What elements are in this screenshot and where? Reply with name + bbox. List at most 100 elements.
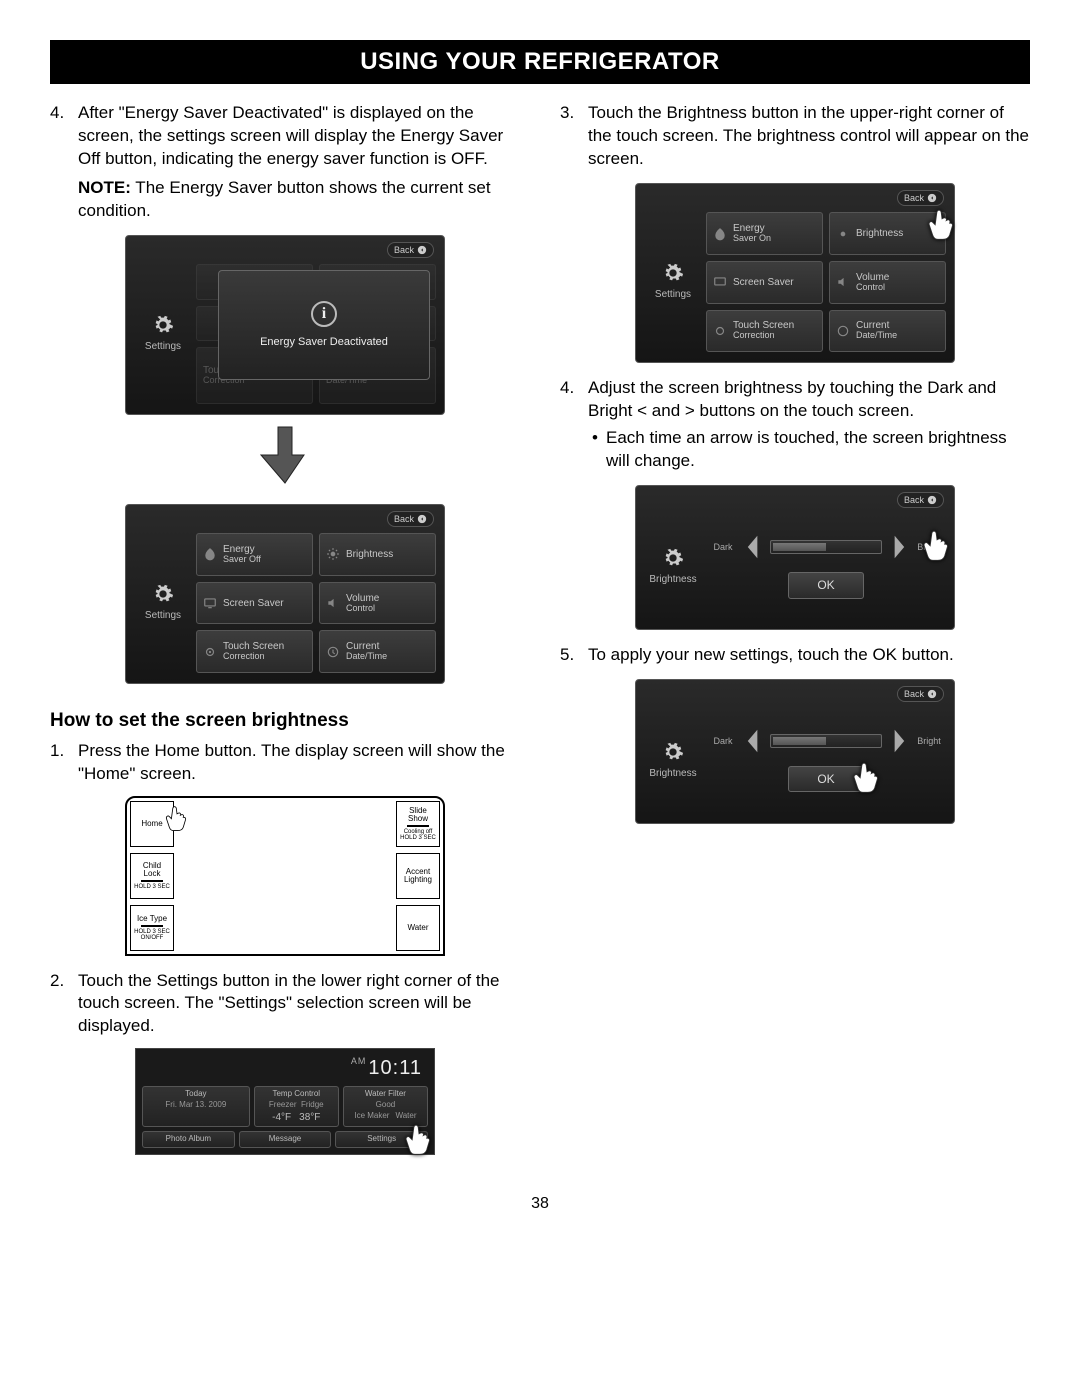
clock-icon [326, 645, 340, 659]
left-step-2: 2. Touch the Settings button in the lowe… [50, 970, 520, 1039]
sun-icon [836, 227, 850, 241]
touch-icon [203, 645, 217, 659]
photo-album-button[interactable]: Photo Album [142, 1131, 235, 1148]
brightness-slider[interactable] [770, 540, 882, 554]
clock-icon [836, 324, 850, 338]
settings-energy-saver-button[interactable]: EnergySaver On [706, 212, 823, 255]
child-lock-button[interactable]: ChildLockHOLD 3 SEC [130, 853, 174, 899]
back-arrow-icon [927, 689, 937, 699]
sidebar-brightness: Brightness [642, 510, 704, 623]
settings-volume-button[interactable]: VolumeControl [319, 582, 436, 625]
gear-icon [152, 314, 174, 336]
increase-brightness-button[interactable] [890, 534, 908, 560]
decrease-brightness-button[interactable] [744, 534, 762, 560]
today-panel[interactable]: TodayFri. Mar 13. 2009 [142, 1086, 250, 1127]
ok-button[interactable]: OK [788, 572, 863, 598]
sun-icon [326, 547, 340, 561]
leaf-icon [203, 547, 217, 561]
step-text: Press the Home button. The display scree… [78, 740, 520, 786]
step-number: 2. [50, 970, 78, 1039]
water-button[interactable]: Water [396, 905, 440, 951]
settings-brightness-button[interactable]: Brightness [829, 212, 946, 255]
settings-touch-correction-button[interactable]: Touch ScreenCorrection [706, 310, 823, 353]
step-bullet: • Each time an arrow is touched, the scr… [588, 427, 1030, 473]
sidebar-settings: Settings [132, 260, 194, 408]
back-button[interactable]: Back [387, 511, 434, 527]
step-text: To apply your new settings, touch the OK… [588, 644, 1030, 667]
section-title-bar: USING YOUR REFRIGERATOR [50, 40, 1030, 84]
dark-label: Dark [710, 541, 736, 553]
touchscreen-energy-saver-popup: Back Settings Touch ScreenCorrection Cur… [125, 235, 445, 415]
touchscreen-home-diagram: Home ChildLockHOLD 3 SEC Ice TypeHOLD 3 … [125, 796, 445, 956]
popup-overlay: i Energy Saver Deactivated [218, 270, 430, 380]
step-note: NOTE: The Energy Saver button shows the … [78, 177, 520, 223]
down-arrow-icon [50, 425, 520, 492]
note-text: The Energy Saver button shows the curren… [78, 178, 491, 220]
step-number: 3. [560, 102, 588, 171]
touchscreen-home-status: AM10:11 TodayFri. Mar 13. 2009 Temp Cont… [135, 1048, 435, 1154]
left-step-1: 1. Press the Home button. The display sc… [50, 740, 520, 786]
slideshow-button[interactable]: SlideShowCooling offHOLD 3 SEC [396, 801, 440, 847]
step-text: Adjust the screen brightness by touching… [588, 378, 996, 420]
info-icon: i [311, 301, 337, 327]
hand-pointer-icon [925, 207, 959, 241]
settings-screensaver-button[interactable]: Screen Saver [706, 261, 823, 304]
gear-icon [662, 741, 684, 763]
settings-touch-correction-button[interactable]: Touch ScreenCorrection [196, 630, 313, 673]
back-arrow-icon [417, 245, 427, 255]
step-number: 4. [50, 102, 78, 223]
settings-volume-button[interactable]: VolumeControl [829, 261, 946, 304]
back-arrow-icon [927, 193, 937, 203]
gear-icon [152, 583, 174, 605]
hand-pointer-icon [402, 1122, 436, 1156]
settings-energy-saver-button[interactable]: EnergySaver Off [196, 533, 313, 576]
step-text: After "Energy Saver Deactivated" is disp… [78, 103, 503, 168]
gear-icon [662, 262, 684, 284]
page-number: 38 [50, 1193, 1030, 1215]
clock-display: AM10:11 [142, 1055, 428, 1082]
step-text: Touch the Brightness button in the upper… [588, 102, 1030, 171]
dark-label: Dark [710, 735, 736, 747]
sidebar-brightness: Brightness [642, 704, 704, 817]
settings-brightness-button[interactable]: Brightness [319, 533, 436, 576]
speaker-icon [836, 275, 850, 289]
subheading-screen-brightness: How to set the screen brightness [50, 708, 520, 734]
right-column: 3. Touch the Brightness button in the up… [560, 102, 1030, 1162]
hand-pointer-icon [850, 760, 884, 794]
sidebar-settings: Settings [132, 529, 194, 677]
settings-datetime-button[interactable]: CurrentDate/Time [829, 310, 946, 353]
touchscreen-brightness-adjust: Back Brightness Dark Bright OK [635, 485, 955, 630]
back-button[interactable]: Back [897, 492, 944, 508]
speaker-icon [326, 596, 340, 610]
touchscreen-brightness-ok: Back Brightness Dark Bright [635, 679, 955, 824]
temp-control-panel[interactable]: Temp ControlFreezer Fridge-4°F38°F [254, 1086, 339, 1127]
monitor-icon [713, 275, 727, 289]
ice-type-button[interactable]: Ice TypeHOLD 3 SECON/OFF [130, 905, 174, 951]
left-column: 4. After "Energy Saver Deactivated" is d… [50, 102, 520, 1162]
back-button[interactable]: Back [897, 190, 944, 206]
right-step-3: 3. Touch the Brightness button in the up… [560, 102, 1030, 171]
settings-screensaver-button[interactable]: Screen Saver [196, 582, 313, 625]
brightness-slider[interactable] [770, 734, 882, 748]
back-button[interactable]: Back [897, 686, 944, 702]
increase-brightness-button[interactable] [890, 728, 908, 754]
touchscreen-settings-energy-off: Back Settings EnergySaver Off Brightness… [125, 504, 445, 684]
message-button[interactable]: Message [239, 1131, 332, 1148]
step-number: 4. [560, 377, 588, 473]
touch-icon [713, 324, 727, 338]
hand-pointer-icon [920, 528, 954, 562]
sidebar-settings: Settings [642, 208, 704, 356]
touchscreen-settings-brightness-press: Back Settings EnergySaver On Brightness … [635, 183, 955, 363]
accent-lighting-button[interactable]: AccentLighting [396, 853, 440, 899]
gear-icon [662, 547, 684, 569]
right-step-4: 4. Adjust the screen brightness by touch… [560, 377, 1030, 473]
right-step-5: 5. To apply your new settings, touch the… [560, 644, 1030, 667]
popup-message: Energy Saver Deactivated [260, 335, 388, 350]
step-number: 1. [50, 740, 78, 786]
left-step-4: 4. After "Energy Saver Deactivated" is d… [50, 102, 520, 223]
hand-pointer-icon [163, 804, 191, 832]
note-label: NOTE: [78, 178, 131, 197]
decrease-brightness-button[interactable] [744, 728, 762, 754]
settings-datetime-button[interactable]: CurrentDate/Time [319, 630, 436, 673]
back-button[interactable]: Back [387, 242, 434, 258]
